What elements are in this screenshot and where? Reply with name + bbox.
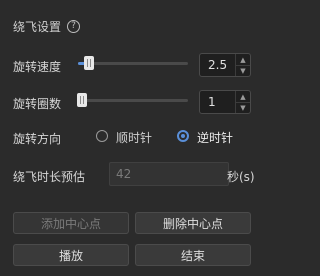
circles-spin-buttons: ▲ ▼ bbox=[235, 91, 250, 113]
speed-value: 2.5 bbox=[208, 58, 228, 72]
estimate-value: 42 bbox=[116, 167, 132, 181]
estimate-unit: 秒(s) bbox=[227, 170, 255, 184]
end-button[interactable]: 结束 bbox=[135, 244, 251, 266]
circles-label: 旋转圈数 bbox=[13, 97, 62, 111]
circles-slider-handle[interactable] bbox=[77, 93, 87, 107]
estimate-field: 42 bbox=[109, 162, 229, 186]
estimate-label: 绕飞时长预估 bbox=[13, 170, 86, 184]
speed-slider-handle[interactable] bbox=[84, 56, 94, 70]
radio-counterclockwise[interactable] bbox=[177, 130, 189, 142]
direction-label: 旋转方向 bbox=[13, 132, 62, 146]
circles-value: 1 bbox=[208, 95, 216, 109]
delete-center-button[interactable]: 删除中心点 bbox=[135, 212, 251, 234]
play-button[interactable]: 播放 bbox=[13, 244, 129, 266]
speed-spinbox[interactable]: 2.5 ▲ ▼ bbox=[199, 53, 251, 77]
panel-title: 绕飞设置 ? bbox=[13, 18, 81, 35]
panel-title-text: 绕飞设置 bbox=[13, 20, 62, 34]
speed-spin-buttons: ▲ ▼ bbox=[235, 54, 250, 76]
circles-spinbox[interactable]: 1 ▲ ▼ bbox=[199, 90, 251, 114]
speed-label: 旋转速度 bbox=[13, 60, 62, 74]
help-icon[interactable]: ? bbox=[67, 20, 81, 33]
clockwise-label[interactable]: 顺时针 bbox=[116, 129, 152, 146]
speed-decrement-icon[interactable]: ▼ bbox=[236, 65, 250, 76]
add-center-button[interactable]: 添加中心点 bbox=[13, 212, 129, 234]
circles-slider-track[interactable] bbox=[78, 99, 188, 102]
radio-clockwise[interactable] bbox=[96, 130, 108, 142]
speed-slider-track[interactable] bbox=[78, 62, 188, 65]
counterclockwise-label[interactable]: 逆时针 bbox=[197, 129, 233, 146]
circles-decrement-icon[interactable]: ▼ bbox=[236, 102, 250, 113]
